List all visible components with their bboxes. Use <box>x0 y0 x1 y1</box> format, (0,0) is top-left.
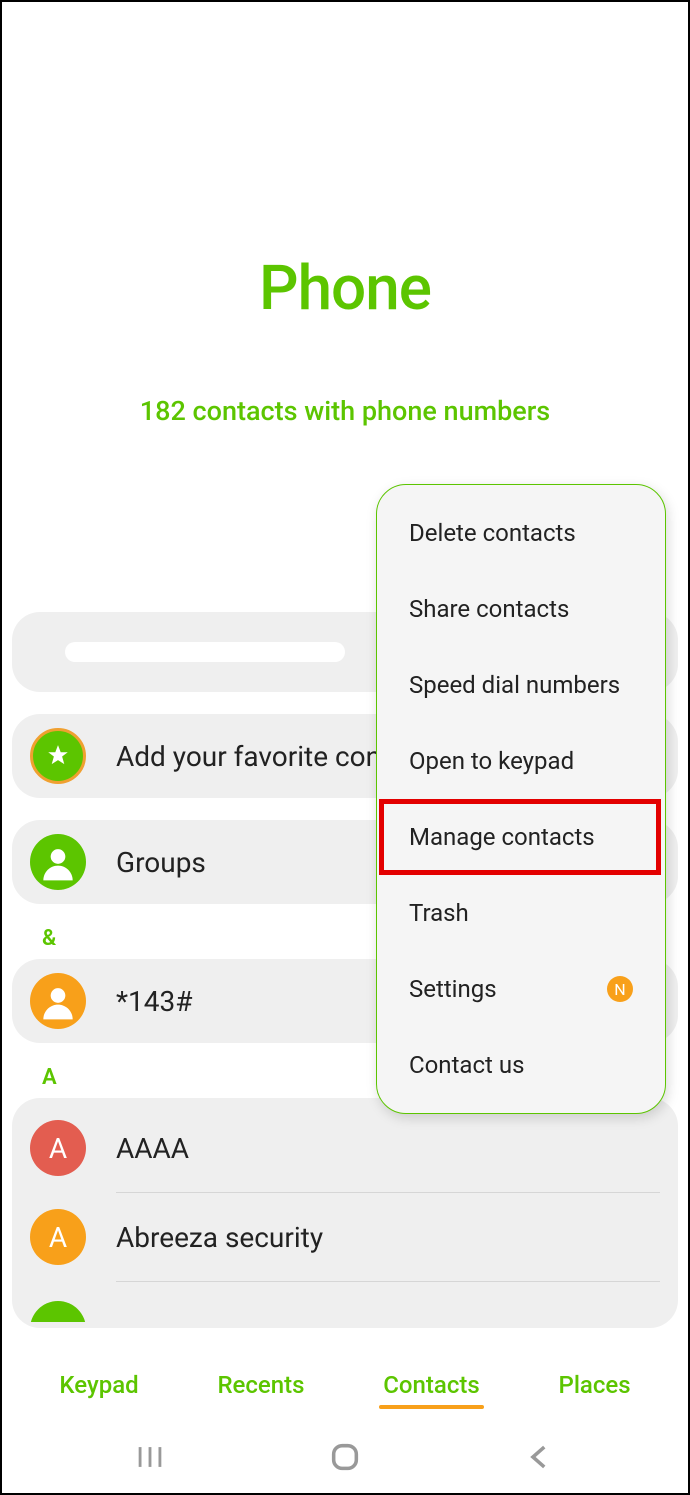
menu-settings-label: Settings <box>409 975 497 1003</box>
person-icon <box>30 973 86 1029</box>
menu-settings[interactable]: Settings N <box>377 951 665 1027</box>
search-redacted <box>65 642 345 662</box>
contact-name: AAAA <box>116 1132 189 1165</box>
system-navbar <box>2 1421 688 1493</box>
menu-delete-contacts[interactable]: Delete contacts <box>377 495 665 571</box>
avatar <box>30 1301 86 1322</box>
overflow-menu: Delete contacts Share contacts Speed dia… <box>376 484 666 1114</box>
recents-icon[interactable] <box>133 1440 167 1474</box>
star-icon <box>30 728 86 784</box>
contacts-group-a: A AAAA A Abreeza security <box>12 1098 678 1328</box>
avatar: A <box>30 1209 86 1265</box>
tab-recents[interactable]: Recents <box>211 1359 310 1411</box>
page-title: Phone <box>2 252 688 325</box>
avatar: A <box>30 1120 86 1176</box>
home-icon[interactable] <box>328 1440 362 1474</box>
header: Phone 182 contacts with phone numbers <box>2 2 688 427</box>
new-badge: N <box>607 976 633 1002</box>
person-icon <box>30 834 86 890</box>
bottom-tabs: Keypad Recents Contacts Places <box>2 1359 688 1411</box>
menu-share-contacts[interactable]: Share contacts <box>377 571 665 647</box>
tab-places[interactable]: Places <box>553 1359 637 1411</box>
tab-keypad[interactable]: Keypad <box>53 1359 144 1411</box>
contact-name: Abreeza security <box>116 1221 323 1254</box>
tab-contacts[interactable]: Contacts <box>377 1359 485 1411</box>
menu-open-keypad[interactable]: Open to keypad <box>377 723 665 799</box>
menu-trash[interactable]: Trash <box>377 875 665 951</box>
contact-row-aaaa[interactable]: A AAAA <box>30 1104 660 1192</box>
menu-contact-us[interactable]: Contact us <box>377 1027 665 1103</box>
menu-manage-contacts[interactable]: Manage contacts <box>377 799 665 875</box>
contact-name: *143# <box>116 985 193 1018</box>
groups-label: Groups <box>116 846 206 879</box>
back-icon[interactable] <box>523 1440 557 1474</box>
menu-speed-dial[interactable]: Speed dial numbers <box>377 647 665 723</box>
contacts-count: 182 contacts with phone numbers <box>2 395 688 427</box>
contact-row-partial[interactable] <box>30 1282 660 1322</box>
contact-row-abreeza[interactable]: A Abreeza security <box>30 1193 660 1281</box>
